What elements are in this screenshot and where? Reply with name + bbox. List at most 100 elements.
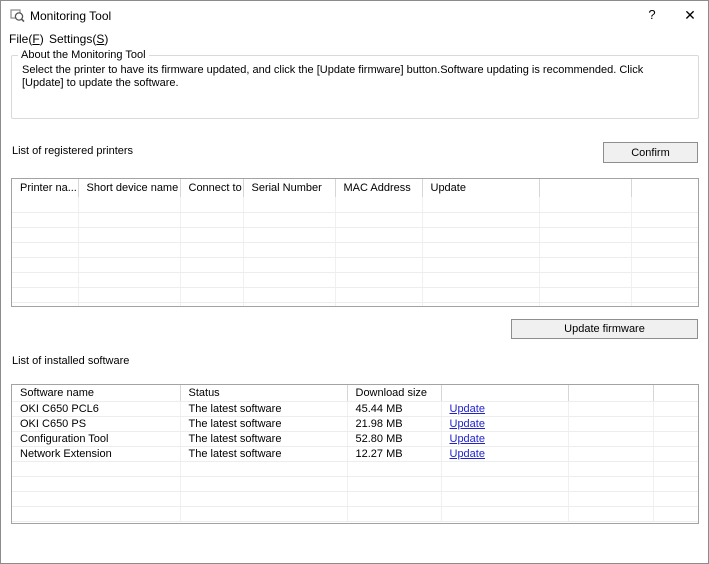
cell-empty: [78, 242, 180, 257]
table-row: [12, 476, 698, 491]
cell-empty: [180, 242, 243, 257]
monitoring-tool-window: Monitoring Tool ? ✕ File(F) Settings(S) …: [0, 0, 709, 564]
cell-empty: [243, 287, 335, 302]
table-row: [12, 491, 698, 506]
cell-empty: [12, 491, 180, 506]
cell-software-name: Network Extension: [12, 446, 180, 461]
cell-empty: [422, 212, 539, 227]
menu-file[interactable]: File(F): [5, 31, 48, 47]
cell-empty: [631, 212, 698, 227]
table-row: OKI C650 PCL6The latest software45.44 MB…: [12, 401, 698, 416]
cell-empty: [347, 476, 441, 491]
cell-empty: [422, 197, 539, 212]
cell-empty: [180, 212, 243, 227]
cell-empty: [631, 227, 698, 242]
cell-empty: [568, 446, 653, 461]
cell-empty: [422, 257, 539, 272]
software-table-body: OKI C650 PCL6The latest software45.44 MB…: [12, 401, 698, 521]
cell-empty: [422, 272, 539, 287]
cell-update: Update: [441, 431, 568, 446]
menu-settings[interactable]: Settings(S): [45, 31, 112, 47]
col-update-link[interactable]: [441, 385, 568, 401]
cell-empty: [335, 212, 422, 227]
col-empty-1[interactable]: [568, 385, 653, 401]
cell-empty: [653, 446, 698, 461]
update-firmware-button[interactable]: Update firmware: [511, 319, 698, 339]
col-empty-2[interactable]: [631, 179, 698, 197]
cell-empty: [653, 401, 698, 416]
cell-empty: [243, 212, 335, 227]
table-row: [12, 287, 698, 302]
cell-download-size: 52.80 MB: [347, 431, 441, 446]
cell-empty: [568, 416, 653, 431]
software-update-link[interactable]: Update: [450, 418, 485, 430]
installed-software-label: List of installed software: [12, 355, 129, 367]
cell-empty: [335, 287, 422, 302]
col-download-size[interactable]: Download size: [347, 385, 441, 401]
col-empty-1[interactable]: [539, 179, 631, 197]
table-row: OKI C650 PSThe latest software21.98 MBUp…: [12, 416, 698, 431]
cell-empty: [347, 506, 441, 521]
close-button[interactable]: ✕: [679, 6, 701, 24]
cell-empty: [568, 476, 653, 491]
col-empty-2[interactable]: [653, 385, 698, 401]
cell-empty: [243, 197, 335, 212]
cell-empty: [422, 287, 539, 302]
col-software-name[interactable]: Software name: [12, 385, 180, 401]
registered-printers-table[interactable]: Printer na... Short device name Connect …: [11, 178, 699, 307]
cell-empty: [12, 242, 78, 257]
table-row: [12, 197, 698, 212]
cell-empty: [653, 506, 698, 521]
cell-empty: [180, 257, 243, 272]
software-update-link[interactable]: Update: [450, 403, 485, 415]
table-row: Network ExtensionThe latest software12.2…: [12, 446, 698, 461]
col-status[interactable]: Status: [180, 385, 347, 401]
cell-empty: [568, 506, 653, 521]
confirm-button[interactable]: Confirm: [603, 142, 698, 163]
cell-update: Update: [441, 401, 568, 416]
cell-status: The latest software: [180, 401, 347, 416]
cell-empty: [335, 242, 422, 257]
cell-empty: [539, 287, 631, 302]
cell-empty: [243, 302, 335, 307]
installed-software-table[interactable]: Software name Status Download size OKI C…: [11, 384, 699, 524]
menu-file-label: File(: [9, 32, 32, 46]
printers-table-body: [12, 197, 698, 307]
window-title: Monitoring Tool: [30, 9, 111, 23]
col-mac-address[interactable]: MAC Address: [335, 179, 422, 197]
cell-empty: [631, 197, 698, 212]
cell-status: The latest software: [180, 416, 347, 431]
cell-empty: [180, 506, 347, 521]
printers-header-row: Printer na... Short device name Connect …: [12, 179, 698, 197]
cell-empty: [12, 257, 78, 272]
cell-empty: [653, 431, 698, 446]
menu-file-label-end: ): [40, 32, 44, 46]
table-row: [12, 506, 698, 521]
title-bar: Monitoring Tool ? ✕: [1, 1, 708, 29]
cell-empty: [631, 272, 698, 287]
col-update[interactable]: Update: [422, 179, 539, 197]
cell-empty: [422, 242, 539, 257]
table-row: [12, 461, 698, 476]
cell-empty: [180, 476, 347, 491]
col-serial-number[interactable]: Serial Number: [243, 179, 335, 197]
cell-empty: [243, 257, 335, 272]
cell-empty: [539, 302, 631, 307]
col-printer-name[interactable]: Printer na...: [12, 179, 78, 197]
col-short-device-name[interactable]: Short device name: [78, 179, 180, 197]
cell-empty: [78, 227, 180, 242]
registered-printers-label: List of registered printers: [12, 145, 133, 157]
cell-empty: [180, 302, 243, 307]
cell-empty: [568, 401, 653, 416]
cell-empty: [568, 491, 653, 506]
col-connect-to[interactable]: Connect to: [180, 179, 243, 197]
cell-empty: [180, 491, 347, 506]
software-update-link[interactable]: Update: [450, 433, 485, 445]
cell-empty: [180, 461, 347, 476]
help-button[interactable]: ?: [641, 6, 663, 24]
cell-empty: [243, 272, 335, 287]
magnifier-app-icon: [10, 8, 25, 23]
cell-empty: [568, 431, 653, 446]
software-update-link[interactable]: Update: [450, 448, 485, 460]
cell-empty: [335, 302, 422, 307]
